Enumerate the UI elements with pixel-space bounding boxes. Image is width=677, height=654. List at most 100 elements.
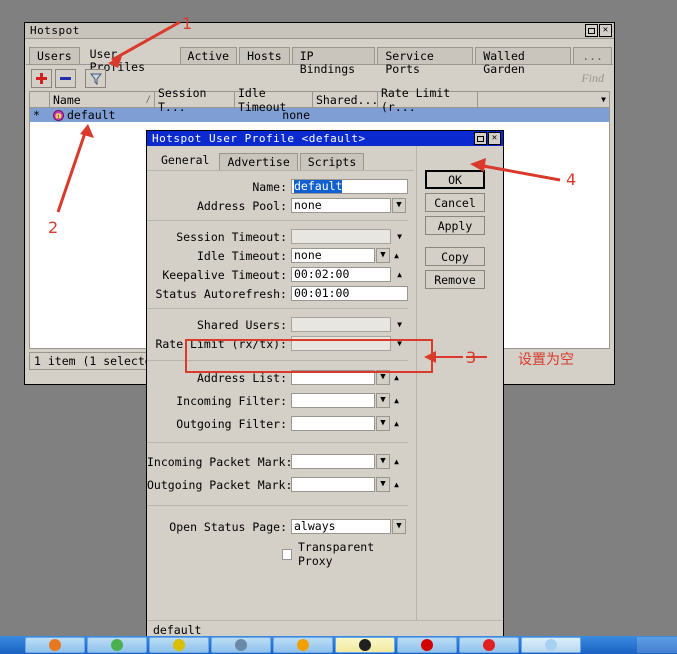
annotation-note: 设置为空 <box>518 349 574 369</box>
annotation-4: 4 <box>566 170 576 189</box>
incoming-packet-mark-spinner-icon[interactable]: ▲ <box>390 454 403 469</box>
tab-hosts[interactable]: Hosts <box>239 47 290 64</box>
address-list-input[interactable] <box>291 370 375 385</box>
keepalive-spinner-icon[interactable]: ▲ <box>393 267 406 282</box>
address-list-spinner-icon[interactable]: ▲ <box>390 370 403 385</box>
taskbar-item[interactable] <box>459 637 519 653</box>
taskbar-item[interactable] <box>397 637 457 653</box>
transparent-proxy-checkbox[interactable] <box>281 548 292 560</box>
field-idle-timeout-label: Idle Timeout: <box>196 248 287 263</box>
incoming-filter-spinner-icon[interactable]: ▲ <box>390 393 403 408</box>
remove-button[interactable] <box>55 69 76 88</box>
cancel-button[interactable]: Cancel <box>425 193 485 212</box>
incoming-packet-mark-input[interactable] <box>291 454 375 469</box>
tab-scripts[interactable]: Scripts <box>299 153 365 170</box>
remove-button[interactable]: Remove <box>425 270 485 289</box>
open-status-page-input[interactable]: always <box>291 519 391 534</box>
col-idle-timeout[interactable]: Idle Timeout <box>235 86 313 114</box>
rate-limit-caret-icon[interactable]: ▼ <box>393 336 406 351</box>
dialog-title: Hotspot User Profile <default> <box>152 132 366 145</box>
shared-users-caret-icon[interactable]: ▼ <box>393 317 406 332</box>
outgoing-filter-dropdown-icon[interactable]: ▼ <box>376 416 390 431</box>
taskbar-item[interactable] <box>87 637 147 653</box>
annotation-1: 1 <box>182 14 192 33</box>
col-flag[interactable] <box>30 92 50 107</box>
row-flag: * <box>33 108 40 122</box>
divider-1 <box>147 220 408 221</box>
col-session-timeout[interactable]: Session T... <box>155 86 235 114</box>
ok-button[interactable]: OK <box>425 170 485 189</box>
address-pool-dropdown-icon[interactable]: ▼ <box>392 198 406 213</box>
restore-button[interactable] <box>585 24 598 37</box>
outgoing-filter-input[interactable] <box>291 416 375 431</box>
address-list-dropdown-icon[interactable]: ▼ <box>376 370 390 385</box>
list-header-row: Name ∕ Session T... Idle Timeout Shared.… <box>30 86 609 114</box>
col-name[interactable]: Name ∕ <box>50 92 155 107</box>
copy-button[interactable]: Copy <box>425 247 485 266</box>
outgoing-packet-mark-spinner-icon[interactable]: ▲ <box>390 477 403 492</box>
tab-users[interactable]: Users <box>29 47 80 64</box>
tab-general[interactable]: General <box>153 150 218 170</box>
tab-user-profiles[interactable]: User Profiles <box>81 44 178 74</box>
outgoing-packet-mark-dropdown-icon[interactable]: ▼ <box>376 477 390 492</box>
dialog-titlebar: Hotspot User Profile <default> ✕ <box>147 131 503 146</box>
annotation-2-text: 2 <box>48 218 59 237</box>
add-button[interactable] <box>31 69 52 88</box>
tab-service-ports[interactable]: Service Ports <box>377 47 474 76</box>
field-status-autorefresh: Status Autorefresh: 00:01:00 <box>147 286 408 301</box>
open-status-page-dropdown-icon[interactable]: ▼ <box>392 519 406 534</box>
taskbar-item[interactable] <box>149 637 209 653</box>
field-open-status-page-label: Open Status Page: <box>169 519 287 534</box>
minus-icon <box>60 77 71 80</box>
system-tray[interactable] <box>637 637 677 653</box>
outgoing-filter-spinner-icon[interactable]: ▲ <box>390 416 403 431</box>
field-open-status-page: Open Status Page: always ▼ <box>147 519 408 534</box>
field-incoming-filter-label: Incoming Filter: <box>176 393 287 408</box>
tab-advertise[interactable]: Advertise <box>219 153 298 170</box>
session-timeout-input[interactable] <box>291 229 391 244</box>
tab-ip-bindings[interactable]: IP Bindings <box>291 47 376 76</box>
rate-limit-input[interactable] <box>291 336 391 351</box>
tab-more[interactable]: ... <box>573 47 612 64</box>
dialog-close-button[interactable]: ✕ <box>488 132 501 145</box>
outgoing-packet-mark-input[interactable] <box>291 477 375 492</box>
dialog-restore-button[interactable] <box>474 132 487 145</box>
taskbar <box>0 636 677 654</box>
incoming-filter-input[interactable] <box>291 393 375 408</box>
hotspot-user-profile-dialog: Hotspot User Profile <default> ✕ General… <box>146 130 504 640</box>
status-autorefresh-input[interactable]: 00:01:00 <box>291 286 408 301</box>
find-box[interactable]: Find <box>581 71 608 86</box>
name-input[interactable]: default <box>291 179 408 194</box>
taskbar-item[interactable] <box>25 637 85 653</box>
transparent-proxy-label: Transparent Proxy <box>297 540 375 568</box>
taskbar-item[interactable] <box>335 637 395 653</box>
col-rate-limit[interactable]: Rate Limit (r... <box>378 86 478 114</box>
incoming-packet-mark-dropdown-icon[interactable]: ▼ <box>376 454 390 469</box>
tab-active[interactable]: Active <box>179 47 238 64</box>
row-name-text: default <box>67 108 116 122</box>
tab-walled-garden[interactable]: Walled Garden <box>475 47 572 76</box>
close-button[interactable]: ✕ <box>599 24 612 37</box>
apply-button[interactable]: Apply <box>425 216 485 235</box>
session-timeout-caret-icon[interactable]: ▼ <box>393 229 406 244</box>
col-shared[interactable]: Shared... <box>313 92 378 107</box>
address-pool-input[interactable]: none <box>291 198 391 213</box>
col-extra[interactable]: ▼ <box>478 92 609 107</box>
funnel-icon <box>89 73 102 85</box>
filter-button[interactable] <box>85 69 106 88</box>
field-name: Name: default <box>147 179 408 194</box>
keepalive-timeout-input[interactable]: 00:02:00 <box>291 267 391 282</box>
field-outgoing-packet-mark-label: Outgoing Packet Mark: <box>147 477 293 492</box>
row-shared <box>313 108 378 122</box>
taskbar-item[interactable] <box>521 637 581 653</box>
table-row[interactable]: * i default none <box>30 108 609 122</box>
idle-timeout-spinner-icon[interactable]: ▲ <box>390 248 403 263</box>
row-name: i default <box>50 108 155 122</box>
taskbar-item[interactable] <box>273 637 333 653</box>
shared-users-input[interactable] <box>291 317 391 332</box>
field-transparent-proxy: Transparent Proxy <box>147 540 408 568</box>
idle-timeout-input[interactable]: none <box>291 248 375 263</box>
taskbar-item[interactable] <box>211 637 271 653</box>
idle-timeout-dropdown-icon[interactable]: ▼ <box>376 248 390 263</box>
incoming-filter-dropdown-icon[interactable]: ▼ <box>376 393 390 408</box>
